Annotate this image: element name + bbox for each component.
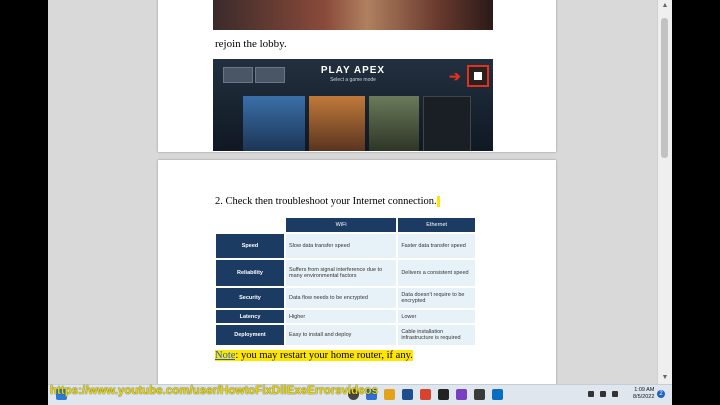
table-cell: Lower	[398, 310, 475, 323]
table-cell: Data doesn't require to be encrypted	[398, 288, 475, 308]
comparison-table: WiFi Ethernet Speed Slow data transfer s…	[214, 216, 477, 347]
table-cell: Delivers a consistent speed	[398, 260, 475, 286]
section-heading: 2. Check then troubleshoot your Internet…	[215, 196, 440, 208]
channel-url-overlay: https://www.youtube.com/user/HowtoFixDll…	[50, 385, 379, 397]
table-row: Speed Slow data transfer speed Faster da…	[216, 234, 475, 258]
notification-badge[interactable]: 2	[657, 390, 665, 398]
table-row: Latency Higher Lower	[216, 310, 475, 323]
table-cell: Faster data transfer speed	[398, 234, 475, 258]
document-page: rejoin the lobby. PLAY APEX Select a gam…	[158, 0, 556, 152]
document-viewer: rejoin the lobby. PLAY APEX Select a gam…	[48, 0, 672, 404]
row-label: Security	[216, 288, 284, 308]
note-text: Note: you may restart your home router, …	[215, 350, 413, 361]
volume-icon[interactable]	[612, 391, 618, 397]
table-cell: Cable installation infrastructure is req…	[398, 325, 475, 345]
app-icon[interactable]	[384, 389, 395, 400]
table-header: WiFi	[286, 218, 397, 232]
app-icon[interactable]	[474, 389, 485, 400]
document-page: 2. Check then troubleshoot your Internet…	[158, 160, 556, 400]
row-label: Deployment	[216, 325, 284, 345]
scroll-up-icon[interactable]: ▲	[658, 0, 672, 12]
row-label: Speed	[216, 234, 284, 258]
system-clock[interactable]: 1:09 AM 8/5/2022	[633, 387, 654, 401]
table-row: Reliability Suffers from signal interfer…	[216, 260, 475, 286]
app-icon[interactable]	[456, 389, 467, 400]
note-label: Note	[215, 350, 236, 361]
table-cell: Slow data transfer speed	[286, 234, 397, 258]
app-icon[interactable]	[420, 389, 431, 400]
table-row: Security Data flow needs to be encrypted…	[216, 288, 475, 308]
mode-card	[309, 96, 365, 151]
mode-card	[423, 96, 471, 151]
table-corner	[216, 218, 284, 232]
clock-time: 1:09 AM	[634, 387, 655, 393]
apex-lobby-screenshot: PLAY APEX Select a game mode ➔	[213, 59, 493, 151]
body-text: rejoin the lobby.	[215, 38, 287, 50]
app-icon[interactable]	[492, 389, 503, 400]
network-icon[interactable]	[600, 391, 606, 397]
vertical-scrollbar[interactable]: ▲ ▼	[657, 0, 672, 384]
row-label: Latency	[216, 310, 284, 323]
table-cell: Higher	[286, 310, 397, 323]
chevron-up-icon[interactable]	[588, 391, 594, 397]
note-body: : you may restart your home router, if a…	[235, 350, 413, 361]
table-header: Ethernet	[398, 218, 475, 232]
table-cell: Easy to install and deploy	[286, 325, 397, 345]
highlighted-button	[467, 65, 489, 87]
row-label: Reliability	[216, 260, 284, 286]
clock-date: 8/5/2022	[633, 394, 655, 400]
table-row: Deployment Easy to install and deploy Ca…	[216, 325, 475, 345]
arrow-right-icon: ➔	[449, 68, 461, 84]
table-cell: Suffers from signal interference due to …	[286, 260, 397, 286]
steam-icon[interactable]	[402, 389, 413, 400]
mode-card	[243, 96, 305, 151]
scrollbar-thumb[interactable]	[661, 18, 668, 158]
game-screenshot-image	[213, 0, 493, 30]
terminal-icon[interactable]	[438, 389, 449, 400]
mode-card	[369, 96, 419, 151]
scroll-down-icon[interactable]: ▼	[658, 372, 672, 384]
table-cell: Data flow needs to be encrypted	[286, 288, 397, 308]
